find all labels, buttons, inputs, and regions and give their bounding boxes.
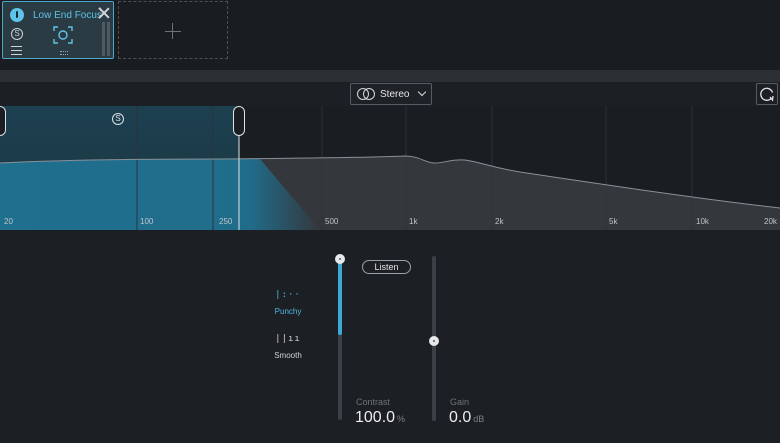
gain-label: Gain [450, 397, 470, 407]
freq-label-500: 500 [325, 217, 339, 226]
divider [0, 70, 780, 82]
chevron-down-icon [417, 87, 427, 97]
module-title: Low End Focus [33, 10, 102, 21]
gain-unit: dB [473, 414, 485, 424]
freq-label-5k: 5k [609, 217, 618, 226]
band-handle-right[interactable] [233, 106, 245, 136]
listen-button[interactable]: Listen [362, 260, 411, 274]
power-icon[interactable] [10, 8, 24, 22]
add-module-button[interactable] [118, 1, 228, 59]
close-icon[interactable] [98, 7, 110, 19]
module-menu-icon[interactable] [11, 46, 22, 55]
module-meter-left [102, 22, 105, 56]
contrast-slider-fill [338, 260, 342, 335]
contrast-label: Contrast [356, 397, 391, 407]
punchy-mode-icon: |:·· [275, 290, 301, 300]
mode-punchy-button[interactable]: |:·· Punchy [268, 290, 308, 322]
module-meter-right [107, 22, 110, 56]
contrast-value-readout[interactable]: 100.0% [355, 409, 405, 427]
controls-panel: |:·· Punchy ||ıı Smooth Listen Contrast … [0, 230, 780, 443]
reset-icon [760, 87, 774, 102]
gain-value-readout[interactable]: 0.0 dB [449, 409, 484, 427]
freq-label-10k: 10k [696, 217, 709, 226]
band-solo-icon[interactable]: S [112, 113, 124, 125]
mode-smooth-label: Smooth [274, 351, 302, 360]
reset-button[interactable] [756, 83, 778, 105]
plus-icon [165, 31, 181, 32]
smooth-mode-icon: ||ıı [275, 334, 301, 344]
freq-label-20: 20 [4, 217, 13, 226]
spectrum-display[interactable]: S 20 100 250 500 1k 2k 5k 10k 20k [0, 106, 780, 230]
freq-label-20k: 20k [764, 217, 777, 226]
band-handle-left[interactable] [0, 106, 6, 136]
freq-label-1k: 1k [409, 217, 418, 226]
channel-mode-label: Stereo [380, 88, 410, 100]
module-solo-icon[interactable]: S [11, 28, 23, 40]
contrast-slider-thumb[interactable] [335, 254, 345, 264]
channel-mode-dropdown[interactable]: Stereo [350, 83, 432, 105]
gain-value: 0.0 [449, 409, 472, 426]
freq-label-2k: 2k [495, 217, 504, 226]
spectrum-header: Stereo [0, 82, 780, 106]
drag-handle-icon[interactable] [60, 51, 68, 55]
stereo-rings-icon [357, 88, 377, 100]
mode-smooth-button[interactable]: ||ıı Smooth [268, 334, 308, 366]
module-chain: S Low End Focus [0, 0, 780, 70]
gain-slider-thumb[interactable] [429, 336, 439, 346]
module-card-low-end-focus[interactable]: S Low End Focus [2, 1, 114, 59]
freq-label-250: 250 [219, 217, 233, 226]
freq-label-100: 100 [140, 217, 154, 226]
contrast-value: 100.0 [355, 409, 396, 426]
contrast-unit: % [397, 414, 406, 424]
focus-icon [53, 26, 73, 44]
mode-punchy-label: Punchy [274, 307, 302, 316]
